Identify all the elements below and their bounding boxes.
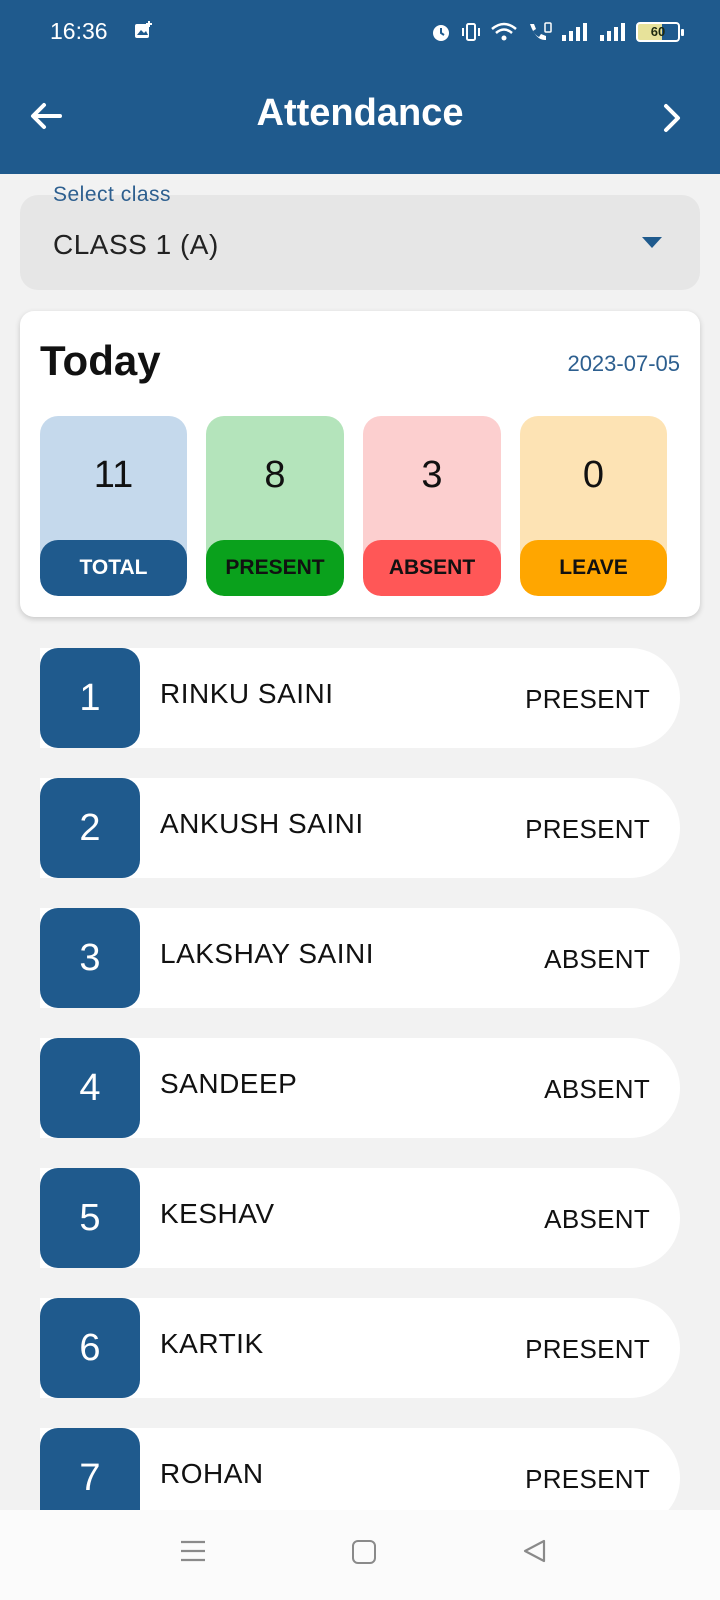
app-header: 16:36 60 Attendance bbox=[0, 0, 720, 174]
list-item[interactable]: 1 RINKU SAINI PRESENT bbox=[40, 648, 680, 748]
battery-icon: 60 bbox=[636, 22, 684, 42]
stat-present-value: 8 bbox=[264, 454, 286, 496]
wifi-icon bbox=[491, 22, 517, 41]
dropdown-arrow-icon bbox=[642, 237, 662, 248]
alarm-icon bbox=[433, 25, 449, 41]
roll-number: 3 bbox=[40, 908, 140, 1008]
attendance-status: ABSENT bbox=[544, 1074, 650, 1104]
roll-number: 2 bbox=[40, 778, 140, 878]
stat-absent-label: ABSENT bbox=[363, 540, 501, 596]
today-date: 2023-07-05 bbox=[567, 351, 680, 376]
attendance-status: ABSENT bbox=[544, 1204, 650, 1234]
stat-leave-value: 0 bbox=[582, 454, 605, 496]
stat-total-value: 11 bbox=[93, 454, 134, 496]
list-item[interactable]: 3 LAKSHAY SAINI ABSENT bbox=[40, 908, 680, 1008]
signal-icon bbox=[562, 23, 587, 41]
stat-leave-label: LEAVE bbox=[520, 540, 667, 596]
volte-call-icon bbox=[530, 22, 552, 41]
stat-total-label: TOTAL bbox=[40, 540, 187, 596]
roll-number: 6 bbox=[40, 1298, 140, 1398]
vibrate-icon bbox=[462, 23, 480, 41]
student-name: ANKUSH SAINI bbox=[160, 808, 364, 839]
student-name: KESHAV bbox=[160, 1198, 275, 1229]
image-add-icon bbox=[135, 21, 152, 38]
stat-absent-value: 3 bbox=[421, 454, 443, 496]
class-select-dropdown[interactable]: Select class CLASS 1 (A) bbox=[20, 183, 700, 290]
signal-icon bbox=[600, 23, 625, 41]
attendance-status: PRESENT bbox=[525, 814, 650, 844]
status-icons: 60 bbox=[430, 18, 684, 46]
system-nav-bar bbox=[0, 1510, 720, 1600]
stat-absent: 3 ABSENT bbox=[363, 416, 501, 596]
chevron-right-icon[interactable] bbox=[652, 98, 692, 138]
roll-number: 1 bbox=[40, 648, 140, 748]
attendance-status: ABSENT bbox=[544, 944, 650, 974]
student-name: RINKU SAINI bbox=[160, 678, 334, 709]
today-title: Today bbox=[40, 337, 161, 384]
list-item[interactable]: 2 ANKUSH SAINI PRESENT bbox=[40, 778, 680, 878]
menu-icon[interactable] bbox=[180, 1538, 206, 1564]
roll-number: 5 bbox=[40, 1168, 140, 1268]
roll-number: 4 bbox=[40, 1038, 140, 1138]
attendance-status: PRESENT bbox=[525, 1334, 650, 1364]
home-icon[interactable] bbox=[352, 1540, 376, 1564]
status-time: 16:36 bbox=[50, 18, 108, 44]
class-select-label: Select class bbox=[53, 183, 172, 206]
stat-present: 8 PRESENT bbox=[206, 416, 344, 596]
list-item[interactable]: 6 KARTIK PRESENT bbox=[40, 1298, 680, 1398]
stat-leave: 0 LEAVE bbox=[520, 416, 667, 596]
class-select-value: CLASS 1 (A) bbox=[53, 229, 219, 260]
stat-total: 11 TOTAL bbox=[40, 416, 187, 596]
page-title: Attendance bbox=[256, 92, 464, 134]
attendance-status: PRESENT bbox=[525, 1464, 650, 1494]
back-triangle-icon[interactable] bbox=[522, 1538, 548, 1564]
list-item[interactable]: 4 SANDEEP ABSENT bbox=[40, 1038, 680, 1138]
attendance-status: PRESENT bbox=[525, 684, 650, 714]
list-item[interactable]: 5 KESHAV ABSENT bbox=[40, 1168, 680, 1268]
student-name: LAKSHAY SAINI bbox=[160, 938, 374, 969]
stat-present-label: PRESENT bbox=[206, 540, 344, 596]
student-name: ROHAN bbox=[160, 1458, 264, 1489]
student-name: SANDEEP bbox=[160, 1068, 298, 1099]
today-summary-card: Today 2023-07-05 11 TOTAL 8 PRESENT 3 AB… bbox=[20, 311, 700, 617]
student-name: KARTIK bbox=[160, 1328, 264, 1359]
